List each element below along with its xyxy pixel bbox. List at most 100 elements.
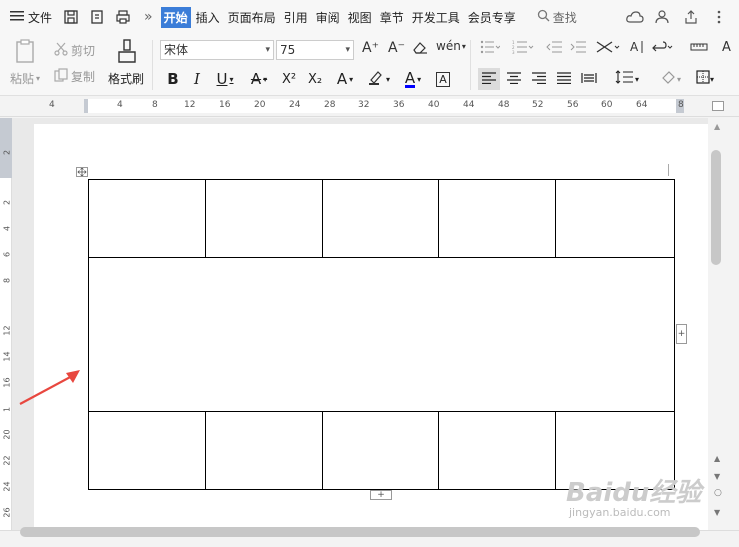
table-cell[interactable] <box>204 179 323 258</box>
tab-page-layout[interactable]: 页面布局 <box>225 7 279 28</box>
clear-format-button[interactable] <box>412 40 428 57</box>
styles-gallery[interactable]: A <box>722 40 731 55</box>
chevron-down-icon: ▾ <box>345 45 350 55</box>
cut-button[interactable]: 剪切 <box>54 42 95 59</box>
format-painter-button[interactable]: 格式刷 <box>108 70 144 87</box>
tab-sections[interactable]: 章节 <box>377 7 407 28</box>
table-cell[interactable] <box>321 179 440 258</box>
text-effect-button[interactable]: A ▾ <box>330 68 360 90</box>
table-cell[interactable] <box>204 411 323 490</box>
font-name-select[interactable]: 宋体 ▾ <box>160 40 274 60</box>
font-size-select[interactable]: 75 ▾ <box>276 40 354 60</box>
save-icon[interactable] <box>60 6 82 28</box>
document-table[interactable] <box>88 179 675 490</box>
select-browse-icon[interactable]: ○ <box>714 488 722 498</box>
text-direction-button[interactable]: A <box>630 40 646 57</box>
ruler-toggle-button[interactable] <box>690 40 708 57</box>
svg-text:A: A <box>630 40 639 54</box>
search-icon <box>537 9 550 25</box>
print-icon[interactable] <box>112 6 134 28</box>
tab-insert[interactable]: 插入 <box>193 7 223 28</box>
share-user-icon[interactable] <box>651 6 675 28</box>
borders-button[interactable]: ▾ <box>690 68 720 90</box>
copy-button[interactable]: 复制 <box>54 68 95 85</box>
horizontal-scrollbar-thumb[interactable] <box>20 527 700 537</box>
increase-font-button[interactable]: A⁺ <box>362 40 379 56</box>
add-column-button[interactable]: + <box>676 324 687 344</box>
table-cell[interactable] <box>555 179 675 258</box>
vertical-ruler[interactable]: 2 2 4 6 8 12 14 16 1 20 22 24 26 <box>0 118 12 530</box>
ribbon-toolbar: 粘贴 ▾ 剪切 复制 格式刷 宋体 ▾ 75 ▾ A⁺ A⁻ wén ▾ B I U… <box>0 34 739 96</box>
character-border-button[interactable]: A <box>432 68 454 90</box>
font-name-value: 宋体 <box>164 43 189 57</box>
line-spacing-button[interactable]: ▾ <box>612 68 642 90</box>
table-cell[interactable] <box>88 179 206 258</box>
align-right-button[interactable] <box>528 68 550 90</box>
search-box[interactable]: 查找 <box>537 9 577 26</box>
subscript-button[interactable]: X₂ <box>304 68 326 90</box>
tab-developer[interactable]: 开发工具 <box>409 7 463 28</box>
tab-member[interactable]: 会员专享 <box>465 7 519 28</box>
more-options-icon[interactable] <box>707 6 731 28</box>
chinese-layout-button[interactable] <box>596 40 622 57</box>
vruler-tick: 26 <box>2 507 12 518</box>
hamburger-icon <box>10 10 24 25</box>
table-cell[interactable] <box>321 411 440 490</box>
vertical-scrollbar-thumb[interactable] <box>711 150 721 265</box>
align-center-button[interactable] <box>503 68 525 90</box>
line-break-button[interactable] <box>652 40 674 57</box>
plus-icon: + <box>677 329 686 339</box>
styles-gallery-icon: A <box>722 40 731 55</box>
paste-button[interactable]: 粘贴 ▾ <box>10 70 40 87</box>
file-menu[interactable]: 文件 <box>10 9 52 26</box>
shading-button[interactable]: ▾ <box>656 68 686 90</box>
tab-home[interactable]: 开始 <box>160 6 191 28</box>
bold-button[interactable]: B <box>162 68 184 90</box>
underline-button[interactable]: U ▾ <box>210 68 240 90</box>
justify-button[interactable] <box>553 68 575 90</box>
horizontal-ruler[interactable]: 4 4 8 12 16 20 24 28 32 36 40 44 48 52 5… <box>0 97 739 117</box>
table-move-handle[interactable] <box>76 167 88 177</box>
increase-indent-button[interactable] <box>570 40 586 57</box>
scroll-down-icon[interactable]: ▼ <box>714 472 720 481</box>
decrease-font-button[interactable]: A⁻ <box>388 40 405 56</box>
baidu-watermark-url: jingyan.baidu.com <box>569 506 671 519</box>
numbered-list-button[interactable]: 123 <box>512 40 534 57</box>
table-cell[interactable] <box>438 179 557 258</box>
brush-icon[interactable] <box>116 38 138 64</box>
bullet-list-button[interactable] <box>480 40 501 57</box>
ruler-tick: 32 <box>358 100 370 110</box>
char-border-icon: A <box>436 71 450 87</box>
baidu-watermark: Baidu经验 <box>566 478 702 508</box>
font-color-button[interactable]: A ▾ <box>398 68 428 90</box>
tab-view[interactable]: 视图 <box>345 7 375 28</box>
cloud-sync-icon[interactable] <box>623 6 647 28</box>
outdent-icon <box>546 40 562 57</box>
align-left-button[interactable] <box>478 68 500 90</box>
prev-page-icon[interactable]: ▲ <box>714 454 720 463</box>
merged-table-cell[interactable] <box>88 257 675 412</box>
export-pdf-icon[interactable] <box>86 6 108 28</box>
decrease-indent-button[interactable] <box>546 40 562 57</box>
strikethrough-button[interactable]: A ▾ <box>244 68 274 90</box>
distributed-button[interactable] <box>578 68 600 90</box>
tab-references[interactable]: 引用 <box>281 7 311 28</box>
add-row-button[interactable]: + <box>370 490 392 500</box>
share-icon[interactable] <box>679 6 703 28</box>
paste-icon[interactable] <box>12 38 38 64</box>
ruler-tick: 8 <box>678 100 684 110</box>
highlight-button[interactable]: ▾ <box>364 68 394 90</box>
ruler-toggle-icon[interactable] <box>712 101 724 111</box>
vruler-tick: 2 <box>2 149 12 156</box>
scroll-up-icon[interactable]: ▲ <box>714 122 720 131</box>
phonetic-guide-button[interactable]: wén ▾ <box>436 39 466 53</box>
table-cell[interactable] <box>88 411 206 490</box>
more-quick-access[interactable]: » <box>144 9 153 25</box>
italic-button[interactable]: I <box>186 68 208 90</box>
next-page-icon[interactable]: ▼ <box>714 508 720 517</box>
tab-review[interactable]: 审阅 <box>313 7 343 28</box>
strikethrough-icon: A <box>250 70 262 88</box>
table-cell[interactable] <box>438 411 557 490</box>
numbered-list-icon: 123 <box>512 40 534 57</box>
superscript-button[interactable]: X² <box>278 68 300 90</box>
